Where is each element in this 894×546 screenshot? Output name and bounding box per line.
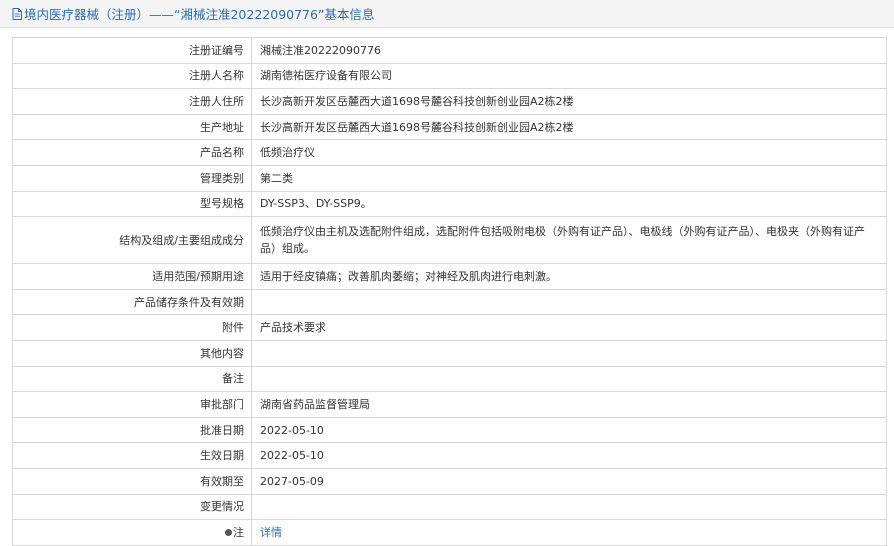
info-row: 审批部门 湖南省药品监督管理局 [12, 391, 887, 418]
field-value [251, 493, 887, 521]
field-value [251, 339, 887, 367]
info-row: 适用范围/预期用途 适用于经皮镇痛；改善肌肉萎缩；对神经及肌肉进行电刺激。 [12, 263, 887, 290]
field-value: 2027-05-09 [251, 467, 887, 495]
field-value: DY-SSP3、DY-SSP9。 [251, 190, 887, 218]
info-row: 附件 产品技术要求 [12, 314, 887, 341]
field-value: 2022-05-10 [251, 442, 887, 469]
field-value: 湘械注准20222090776 [251, 37, 887, 64]
field-value: 湖南德祐医疗设备有限公司 [251, 62, 887, 90]
field-label: 变更情况 [12, 493, 252, 521]
info-row: 型号规格 DY-SSP3、DY-SSP9。 [12, 190, 887, 218]
field-label: 注册人住所 [12, 88, 252, 115]
note-row: 注 详情 [12, 519, 887, 546]
info-row: 备注 [12, 365, 887, 393]
note-label-cell: 注 [12, 519, 252, 546]
field-value: 适用于经皮镇痛；改善肌肉萎缩；对神经及肌肉进行电刺激。 [251, 263, 887, 290]
info-row: 注册人住所 长沙高新开发区岳麓西大道1698号麓谷科技创新创业园A2栋2楼 [12, 88, 887, 115]
info-row: 有效期至 2027-05-09 [12, 467, 887, 495]
field-label: 注册证编号 [12, 37, 252, 64]
field-label: 注册人名称 [12, 62, 252, 90]
field-value: 低频治疗仪 [251, 139, 887, 166]
device-info-table: 注册证编号 湘械注准20222090776 注册人名称 湖南德祐医疗设备有限公司 注册人… [12, 37, 887, 546]
field-value [251, 288, 887, 316]
info-row: 产品名称 低频治疗仪 [12, 139, 887, 166]
field-label: 审批部门 [12, 391, 252, 418]
field-value: 长沙高新开发区岳麓西大道1698号麓谷科技创新创业园A2栋2楼 [251, 88, 887, 115]
field-label: 备注 [12, 365, 252, 393]
field-label: 生效日期 [12, 442, 252, 469]
info-row: 批准日期 2022-05-10 [12, 416, 887, 444]
page-title-bar: 境内医疗器械（注册）——“湘械注准20222090776”基本信息 [0, 0, 894, 28]
field-label: 结构及组成/主要组成成分 [12, 216, 252, 265]
field-value: 第二类 [251, 164, 887, 192]
info-row: 生效日期 2022-05-10 [12, 442, 887, 469]
field-value [251, 365, 887, 393]
note-value-cell: 详情 [251, 519, 887, 546]
info-row: 其他内容 [12, 339, 887, 367]
info-row: 注册人名称 湖南德祐医疗设备有限公司 [12, 62, 887, 90]
info-row: 生产地址 长沙高新开发区岳麓西大道1698号麓谷科技创新创业园A2栋2楼 [12, 113, 887, 141]
info-row: 变更情况 [12, 493, 887, 521]
field-value: 湖南省药品监督管理局 [251, 391, 887, 418]
page-title: 境内医疗器械（注册）——“湘械注准20222090776”基本信息 [24, 7, 375, 22]
field-value: 长沙高新开发区岳麓西大道1698号麓谷科技创新创业园A2栋2楼 [251, 113, 887, 141]
field-value: 2022-05-10 [251, 416, 887, 444]
field-value: 产品技术要求 [251, 314, 887, 341]
field-label: 附件 [12, 314, 252, 341]
field-label: 适用范围/预期用途 [12, 263, 252, 290]
info-row: 管理类别 第二类 [12, 164, 887, 192]
info-row: 注册证编号 湘械注准20222090776 [12, 37, 887, 64]
note-label: 注 [233, 525, 244, 539]
field-label: 生产地址 [12, 113, 252, 141]
info-row: 结构及组成/主要组成成分 低频治疗仪由主机及选配附件组成，选配附件包括吸附电极（外… [12, 216, 887, 265]
field-label: 产品名称 [12, 139, 252, 166]
bullet-icon [225, 528, 232, 536]
document-icon [12, 7, 22, 20]
field-label: 批准日期 [12, 416, 252, 444]
field-label: 产品储存条件及有效期 [12, 288, 252, 316]
field-value: 低频治疗仪由主机及选配附件组成，选配附件包括吸附电极（外购有证产品）、电极线（外… [251, 216, 887, 265]
field-label: 有效期至 [12, 467, 252, 495]
field-label: 其他内容 [12, 339, 252, 367]
field-label: 管理类别 [12, 164, 252, 192]
info-row: 产品储存条件及有效期 [12, 288, 887, 316]
field-label: 型号规格 [12, 190, 252, 218]
details-link[interactable]: 详情 [260, 526, 282, 539]
